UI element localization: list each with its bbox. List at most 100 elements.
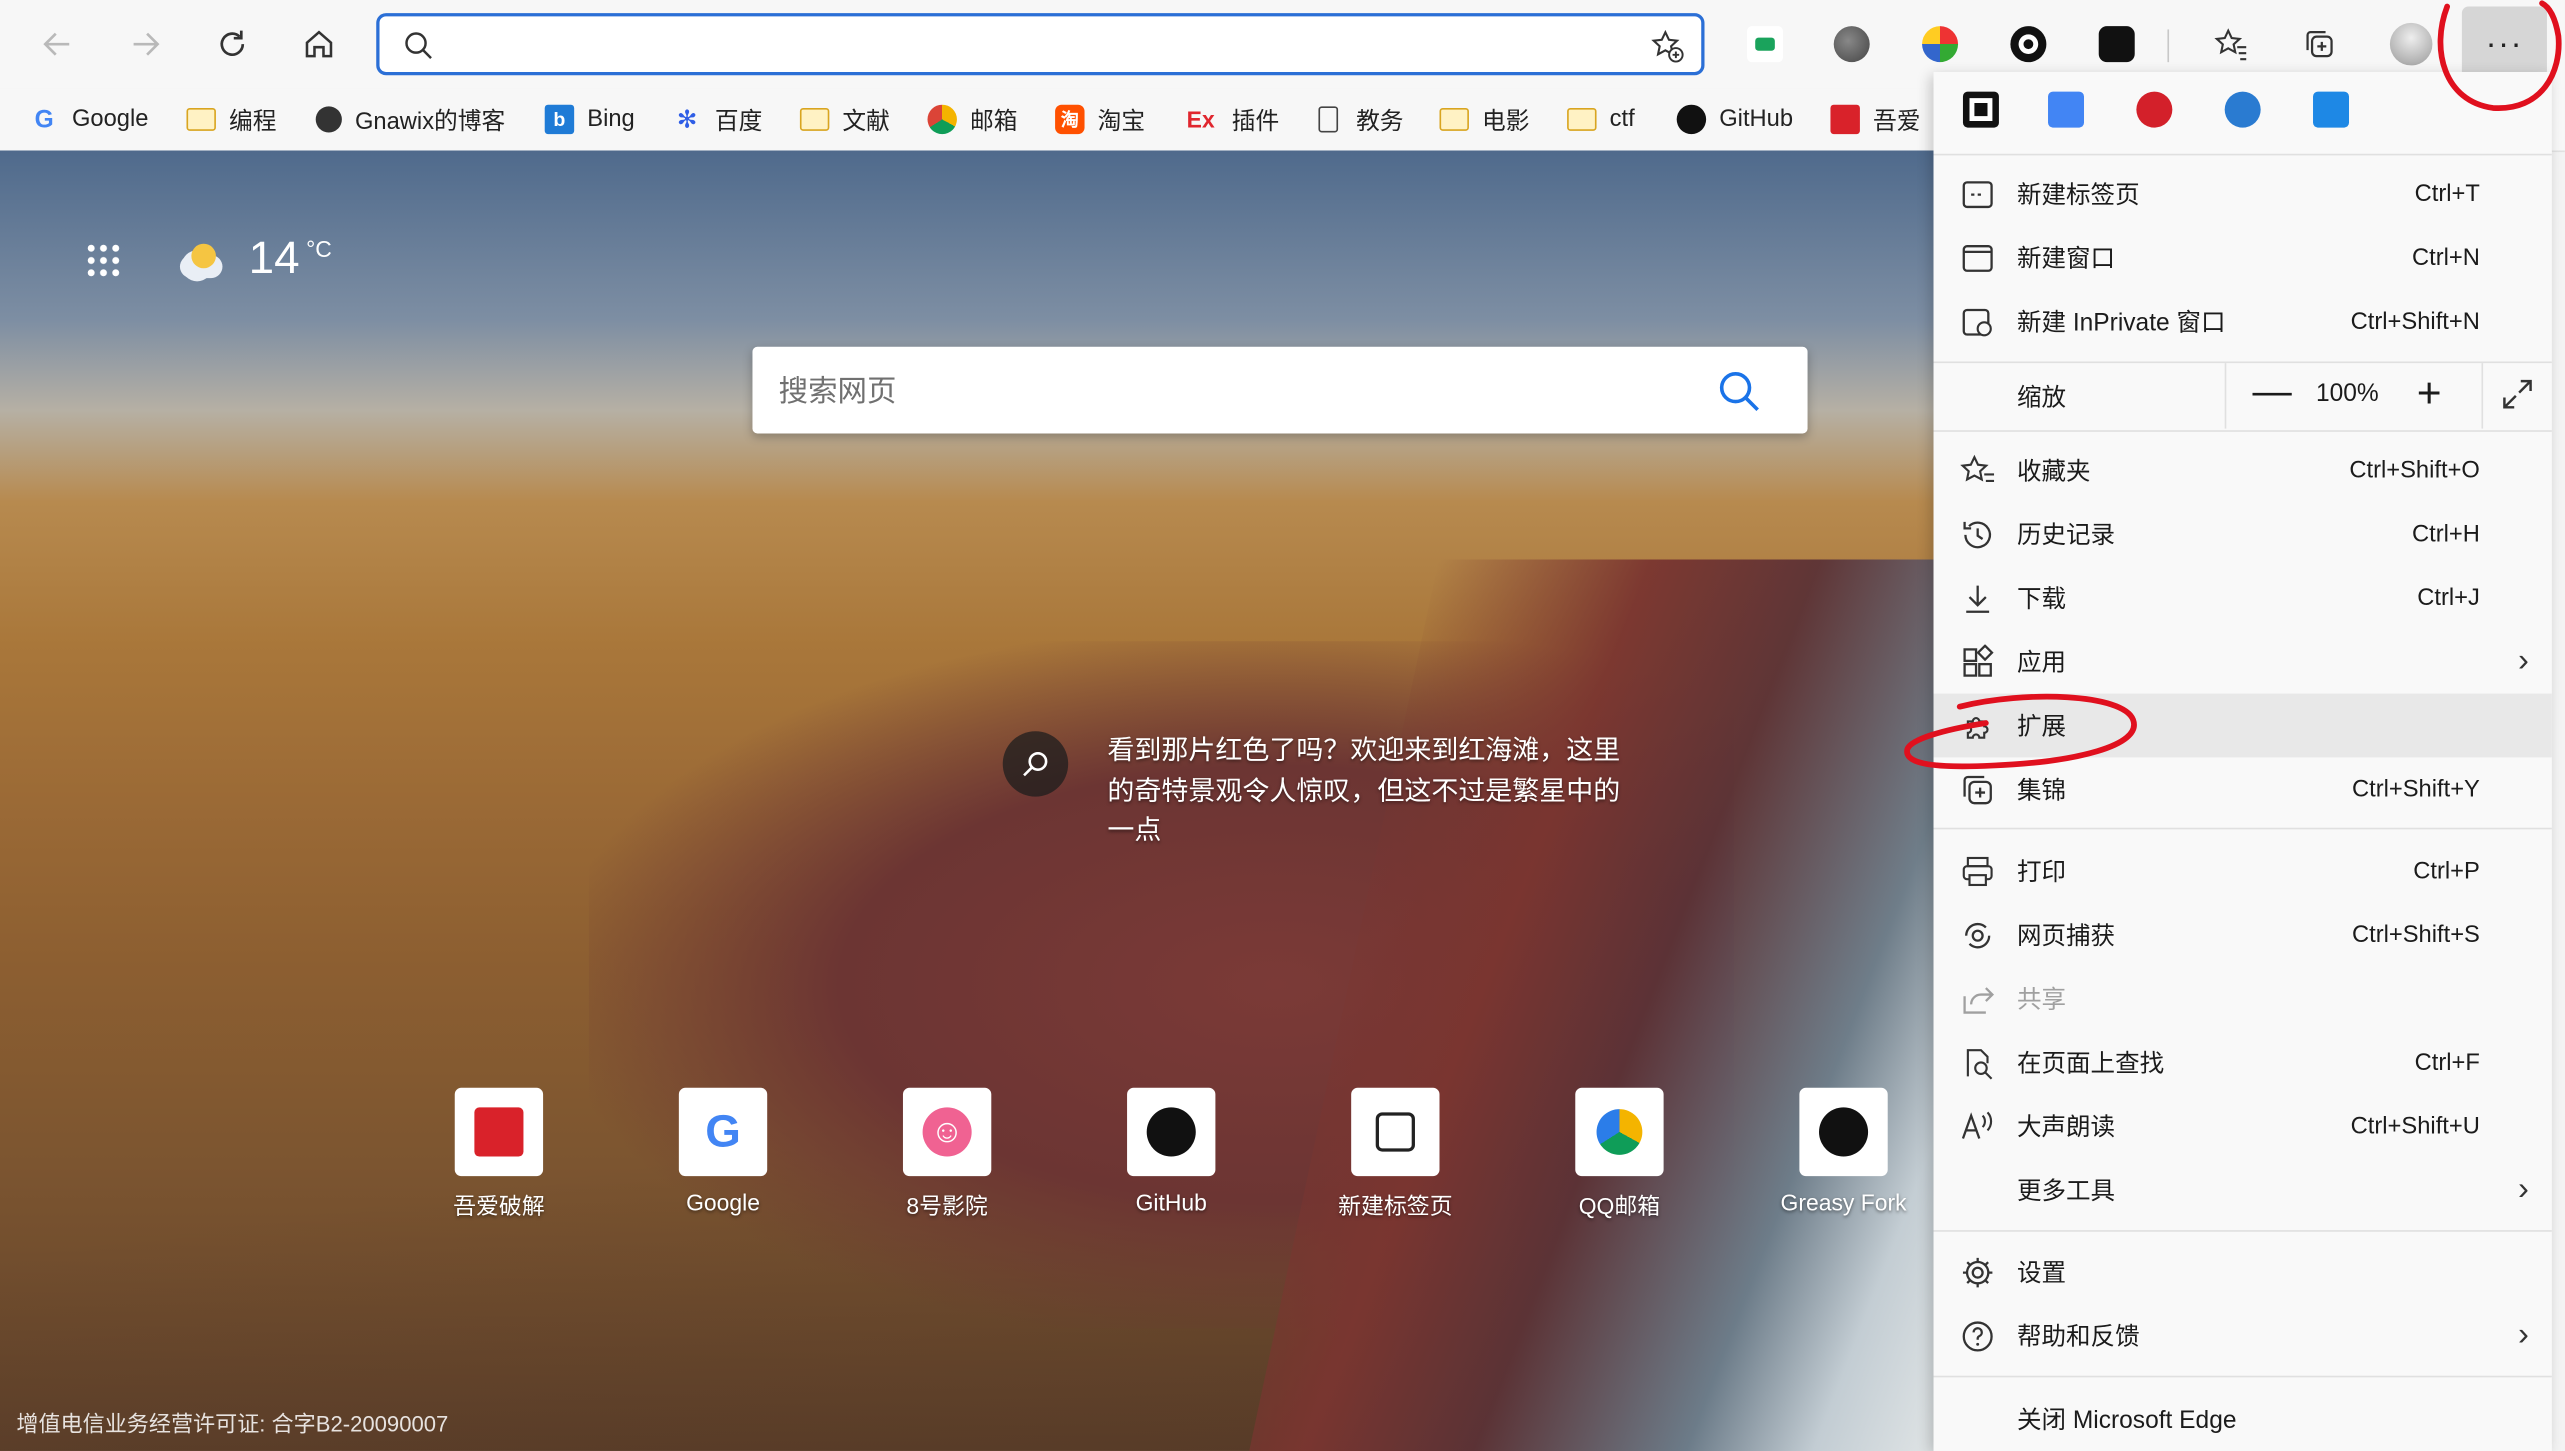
bookmark-bing[interactable]: b Bing: [544, 97, 635, 143]
quick-link-github[interactable]: GitHub: [1081, 1087, 1261, 1215]
search-icon: [405, 32, 432, 59]
quick-link-52pojie[interactable]: 吾爱破解: [409, 1087, 589, 1222]
bookmark-github[interactable]: GitHub: [1676, 97, 1793, 143]
home-button[interactable]: [291, 16, 347, 72]
bookmark-plugins[interactable]: Ex 插件: [1183, 97, 1280, 143]
image-info[interactable]: 看到那片红色了吗？欢迎来到红海滩，这里的奇特景观令人惊叹，但这不过是繁星中的一点: [1002, 731, 1657, 851]
avatar-icon: [315, 106, 342, 133]
fullscreen-icon[interactable]: [2498, 375, 2537, 414]
favorites-icon: [2214, 28, 2247, 61]
bookmark-jiaowu[interactable]: 教务: [1314, 97, 1404, 143]
extension-glasses-icon[interactable]: [2098, 26, 2135, 63]
extension-circle-icon[interactable]: [2010, 26, 2047, 63]
menu-item-extensions[interactable]: 扩展: [1933, 693, 2552, 758]
folder-icon: [1439, 105, 1469, 134]
mail-icon: [927, 104, 957, 135]
extension-color-icon[interactable]: [1922, 26, 1959, 63]
github-icon: [1127, 1087, 1216, 1177]
arrow-right-icon: [133, 32, 160, 56]
apps-icon: [1960, 643, 1996, 680]
menu-item-help-and-feedback[interactable]: 帮助和反馈 ›: [1934, 1304, 2552, 1368]
zhiyun-extension-icon[interactable]: [2313, 91, 2350, 128]
refresh-button[interactable]: [204, 16, 260, 72]
quick-link-8hao-cinema[interactable]: ☺ 8号影院: [857, 1087, 1037, 1222]
menu-item-web-capture[interactable]: 网页捕获 Ctrl+Shift+S: [1934, 903, 2552, 967]
menu-item-find-on-page[interactable]: 在页面上查找 Ctrl+F: [1934, 1031, 2552, 1095]
back-button[interactable]: [29, 16, 85, 72]
bookmark-mail[interactable]: 邮箱: [927, 97, 1017, 143]
menu-item-new-inprivate-window[interactable]: 新建 InPrivate 窗口 Ctrl+Shift+N: [1934, 290, 2552, 354]
greasyfork-icon: [1799, 1087, 1888, 1177]
bookmark-folder-dianying[interactable]: 电影: [1439, 97, 1529, 143]
extension-square-icon[interactable]: [1962, 91, 1999, 128]
refresh-icon: [220, 30, 245, 56]
arrow-left-icon: [43, 32, 70, 56]
menu-item-print[interactable]: 打印 Ctrl+P: [1934, 839, 2552, 903]
google-icon: G: [34, 105, 54, 134]
bookmark-folder-biancheng[interactable]: 编程: [186, 97, 276, 143]
menu-item-downloads[interactable]: 下载 Ctrl+J: [1934, 566, 2552, 630]
quick-link-google[interactable]: G Google: [633, 1087, 813, 1215]
menu-item-settings[interactable]: 设置: [1934, 1240, 2552, 1304]
quick-link-new-tab[interactable]: 新建标签页: [1305, 1087, 1485, 1222]
ex-icon: Ex: [1186, 106, 1215, 133]
menu-item-history[interactable]: 历史记录 Ctrl+H: [1934, 502, 2552, 566]
folder-icon: [799, 105, 830, 134]
quick-link-qqmail[interactable]: QQ邮箱: [1529, 1087, 1709, 1222]
license-footer[interactable]: 增值电信业务经营许可证: 合字B2-20090007: [16, 1405, 448, 1438]
menu-item-apps[interactable]: 应用 ›: [1934, 630, 2552, 694]
weather-widget[interactable]: 14 °C: [177, 232, 332, 284]
address-bar[interactable]: [376, 13, 1705, 76]
magnifier-icon: [1002, 731, 1069, 797]
zoom-in-button[interactable]: +: [2405, 370, 2454, 419]
inprivate-icon: [1960, 303, 1996, 339]
search-icon[interactable]: [1716, 368, 1762, 414]
add-favorite-icon[interactable]: [1649, 28, 1685, 64]
bookmark-taobao[interactable]: 淘淘宝: [1055, 97, 1145, 143]
menu-item-read-aloud[interactable]: 大声朗读 Ctrl+Shift+U: [1934, 1094, 2552, 1158]
bookmark-google[interactable]: G Google: [29, 97, 149, 143]
menu-item-more-tools[interactable]: 更多工具 ›: [1934, 1158, 2552, 1222]
bookmark-52pojie[interactable]: 吾爱: [1830, 97, 1920, 143]
52pojie-icon: [1830, 104, 1860, 135]
web-search-box[interactable]: [752, 346, 1808, 434]
history-icon: [1960, 516, 1996, 552]
google-icon: G: [678, 1087, 768, 1177]
chevron-right-icon: ›: [2518, 1316, 2529, 1353]
app-launcher-icon[interactable]: [85, 242, 122, 279]
share-icon: [1960, 981, 1996, 1017]
menu-item-share[interactable]: 共享: [1934, 967, 2552, 1031]
translate-extension-icon[interactable]: [2048, 91, 2085, 128]
newtab-icon: [1351, 1087, 1440, 1177]
favorites-button[interactable]: [2203, 16, 2259, 72]
zoom-out-button[interactable]: —: [2248, 370, 2297, 419]
extension-gray-icon[interactable]: [1833, 26, 1870, 63]
menu-divider: [1933, 153, 2552, 156]
menu-item-favorites[interactable]: 收藏夹 Ctrl+Shift+O: [1934, 438, 2552, 502]
quick-link-greasy-fork[interactable]: Greasy Fork: [1754, 1087, 1934, 1215]
menu-item-new-tab[interactable]: 新建标签页 Ctrl+T: [1934, 162, 2552, 226]
menu-item-collections[interactable]: 集锦 Ctrl+Shift+Y: [1934, 757, 2552, 821]
profile-avatar[interactable]: [2389, 22, 2433, 66]
adblock-plus-icon[interactable]: [2136, 91, 2173, 128]
bookmark-folder-wenxian[interactable]: 文献: [799, 97, 890, 143]
cloud-download-extension-icon[interactable]: [2224, 91, 2261, 128]
web-search-input[interactable]: [775, 368, 1698, 414]
settings-and-more-button[interactable]: ···: [2461, 6, 2547, 82]
bookmark-folder-ctf[interactable]: ctf: [1567, 97, 1635, 143]
new-tab-page: 14 °C 看到那片红色了吗？欢迎来到红海滩，这里的奇特景观令人惊叹，但这不过是…: [0, 150, 1934, 1451]
chevron-right-icon: ›: [2518, 642, 2529, 679]
smile-icon: ☺: [902, 1087, 992, 1177]
forward-button[interactable]: [118, 16, 174, 72]
bookmark-baidu[interactable]: ✻ 百度: [672, 97, 763, 143]
menu-item-new-window[interactable]: 新建窗口 Ctrl+N: [1934, 226, 2552, 290]
extension-green-icon[interactable]: [1747, 26, 1784, 63]
menu-divider: [1933, 1375, 2552, 1378]
bookmark-gnawix-blog[interactable]: Gnawix的博客: [315, 97, 505, 143]
extensions-icon: [1960, 707, 1996, 743]
collections-button[interactable]: [2292, 16, 2348, 72]
zoom-divider: [2481, 363, 2484, 429]
new-tab-icon: [1960, 176, 1996, 212]
menu-item-close-edge[interactable]: 关闭 Microsoft Edge: [1934, 1387, 2552, 1451]
address-input[interactable]: [451, 26, 1604, 66]
